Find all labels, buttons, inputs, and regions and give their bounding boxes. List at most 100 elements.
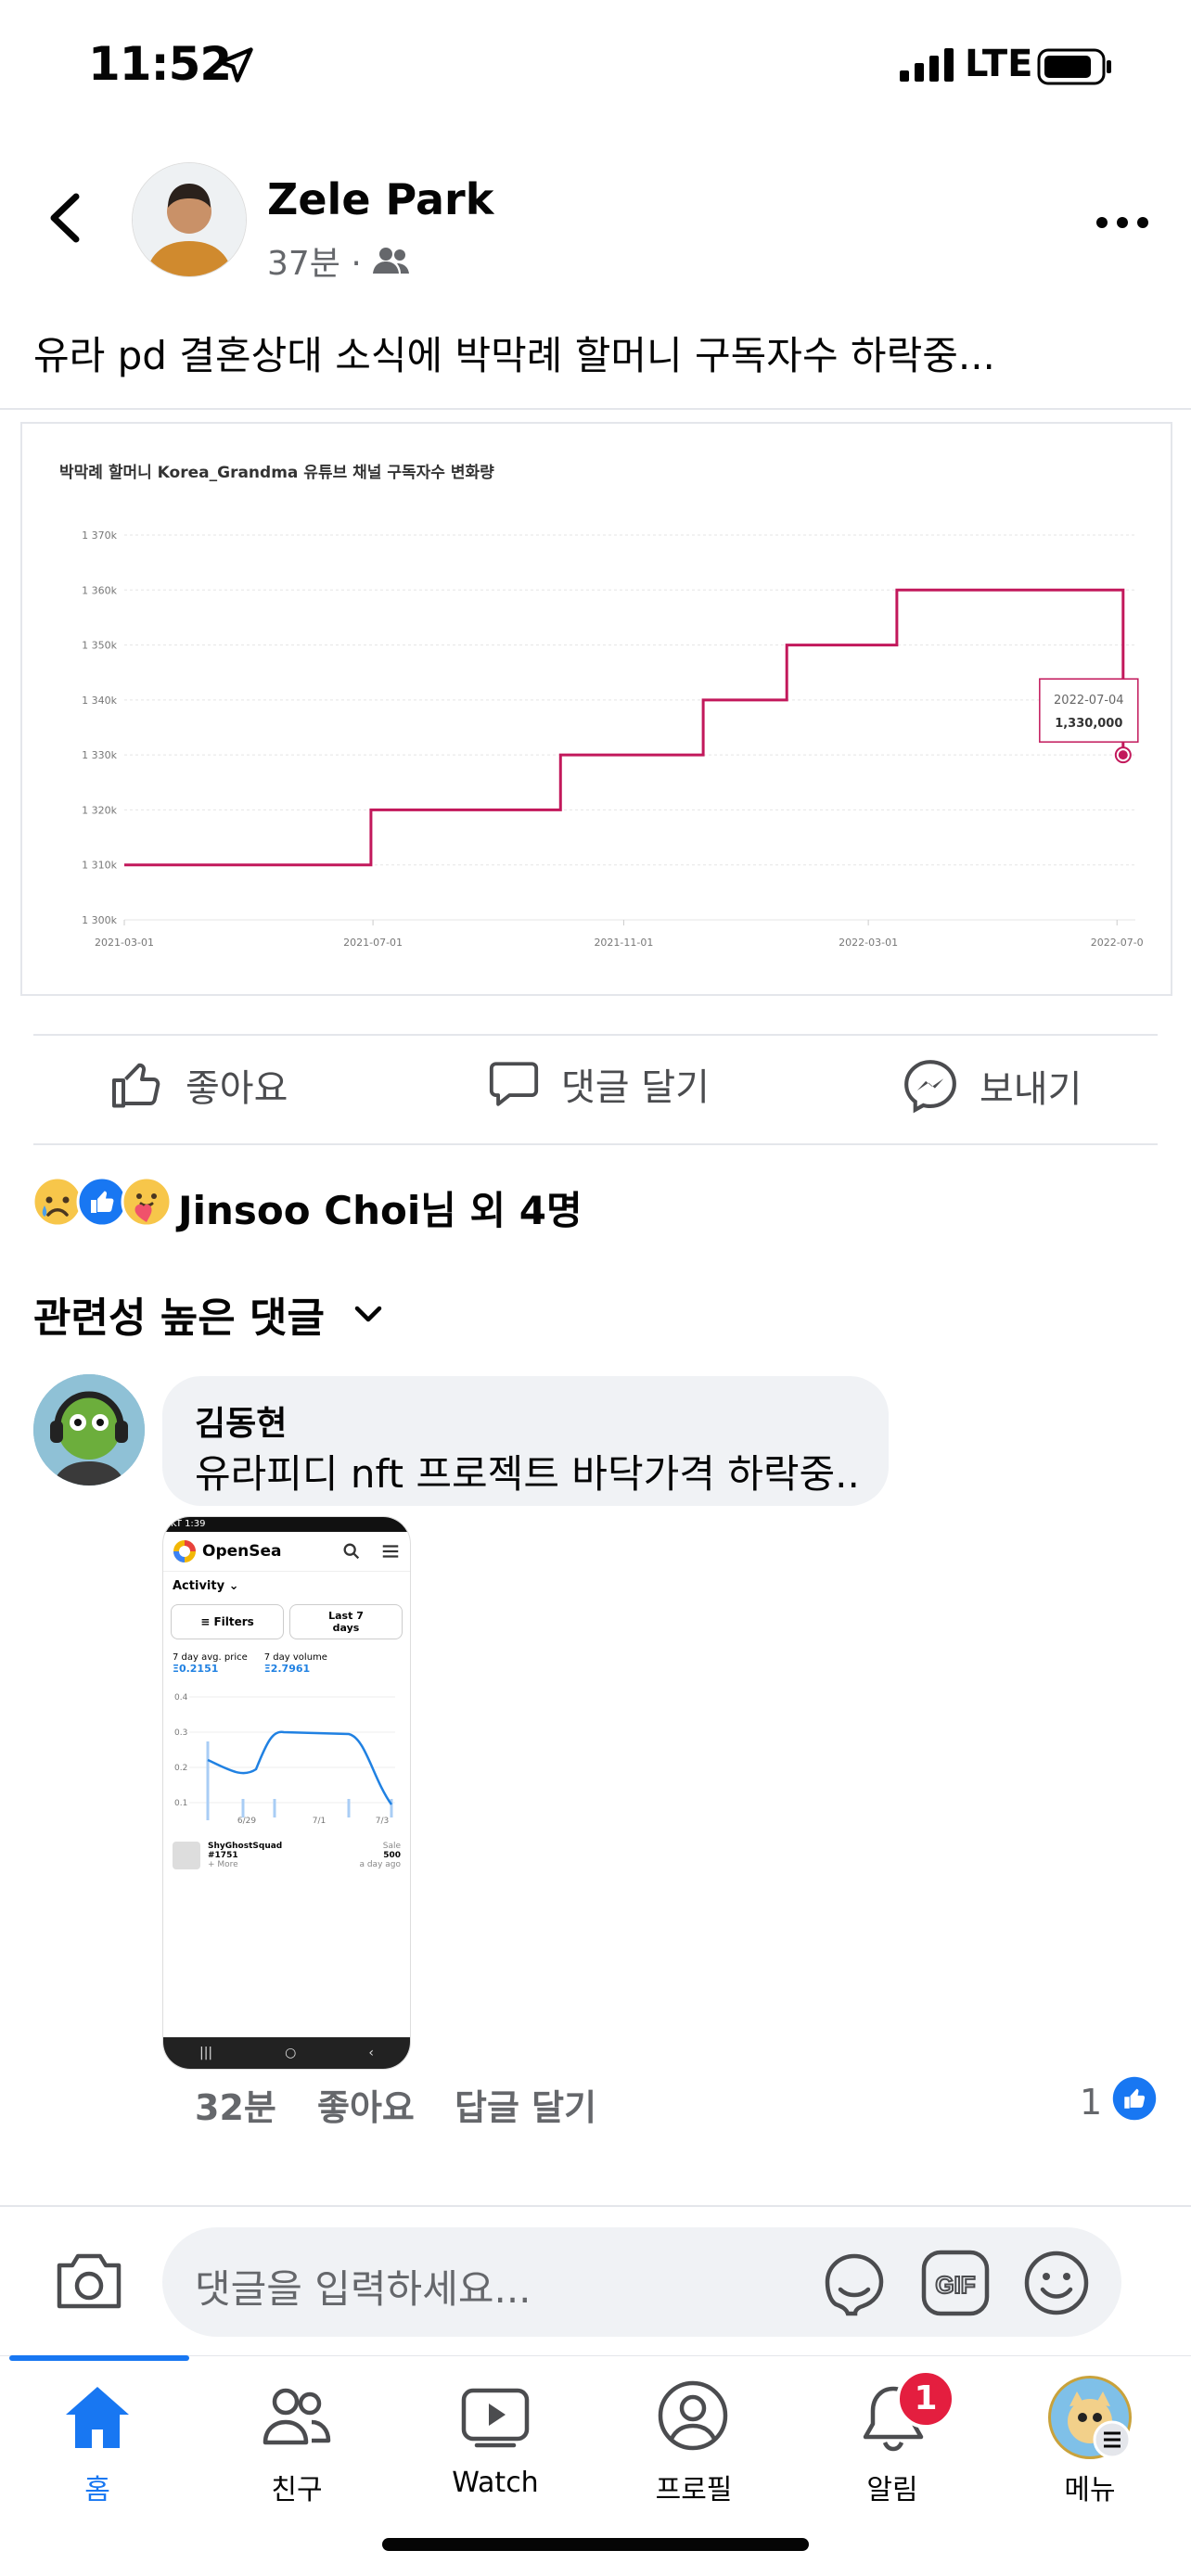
mini-y-tick: 0.4 <box>174 1693 188 1702</box>
tab-home[interactable]: 홈 <box>5 2467 190 2507</box>
mini-y-tick: 0.3 <box>174 1728 187 1738</box>
avatar-sticker-icon[interactable] <box>820 2249 889 2317</box>
menu-hamburger-icon <box>1093 2420 1132 2459</box>
emoji-icon[interactable] <box>1022 2249 1091 2317</box>
subscriber-line-chart: 박막례 할머니 Korea_Grandma 유튜브 채널 구독자수 변화량 1 3… <box>59 464 1144 949</box>
avg-label: 7 day avg. price <box>173 1652 248 1663</box>
more-options-icon[interactable] <box>1095 213 1150 232</box>
svg-text:GIF: GIF <box>935 2271 975 2299</box>
y-tick-label: 1 360k <box>82 584 117 596</box>
comment-attachment-image[interactable]: KT 1:39 OpenSea Activity ⌄ ≡ Filters Las… <box>162 1516 411 2070</box>
send-button[interactable]: 보내기 <box>902 1057 1082 1115</box>
period-button: Last 7 days <box>289 1604 403 1639</box>
post-meta: 37분 · <box>267 236 410 285</box>
home-icon[interactable] <box>62 2383 133 2450</box>
tab-watch[interactable]: Watch <box>403 2467 588 2499</box>
chart-image[interactable]: 박막례 할머니 Korea_Grandma 유튜브 채널 구독자수 변화량 1 3… <box>20 422 1172 996</box>
battery-icon <box>1037 48 1111 85</box>
avg-stat: 7 day avg. price Ξ0.2151 <box>173 1652 248 1675</box>
post-author[interactable]: Zele Park <box>267 174 493 224</box>
tab-menu[interactable]: 메뉴 <box>997 2467 1183 2507</box>
opensea-logo-icon <box>173 1540 196 1562</box>
divider <box>33 1143 1158 1145</box>
post-time: 37분 · <box>267 245 362 283</box>
tab-friends[interactable]: 친구 <box>204 2467 390 2507</box>
network-type: LTE <box>965 43 1033 85</box>
price-mini-chart: 0.4 0.3 0.2 0.1 6/29 7/1 7/3 <box>174 1693 395 1825</box>
x-tick-label: 2022-07-0 <box>1091 937 1144 949</box>
search-icon <box>343 1543 360 1560</box>
nft-thumbnail <box>173 1842 200 1869</box>
activity-text: Activity <box>173 1579 225 1593</box>
thumbs-up-icon <box>112 1063 160 1108</box>
comments-filter[interactable]: 관련성 높은 댓글 <box>33 1284 384 1344</box>
nft-item: ShyGhostSquad #1751 + More <box>208 1842 282 1869</box>
y-tick-label: 1 330k <box>82 749 117 761</box>
mini-price-line <box>207 1730 393 1805</box>
subscriber-series-line <box>124 588 1125 867</box>
divider <box>33 1034 1158 1036</box>
comment-button[interactable]: 댓글 달기 <box>487 1057 710 1111</box>
activity-label: Activity ⌄ <box>163 1571 410 1593</box>
reaction-summary[interactable]: Jinsoo Choi님 외 4명 <box>178 1180 583 1236</box>
back-arrow-icon[interactable] <box>37 185 93 250</box>
comment-reply-button[interactable]: 답글 달기 <box>455 2079 596 2130</box>
mini-volume-bar <box>347 1799 351 1817</box>
filters-button: ≡ Filters <box>171 1604 284 1639</box>
filters-text: Filters <box>213 1615 254 1628</box>
status-time: 11:52 <box>88 37 232 91</box>
mini-x-tick: 7/3 <box>376 1817 389 1825</box>
camera-icon[interactable] <box>54 2249 124 2314</box>
tooltip-value: 1,330,000 <box>1055 717 1122 731</box>
divider <box>0 408 1191 410</box>
sale-label: Sale <box>382 1842 401 1851</box>
notification-badge: 1 <box>896 2369 955 2429</box>
y-tick-label: 1 370k <box>82 529 117 542</box>
x-tick-label: 2021-07-01 <box>343 937 403 949</box>
mini-y-tick: 0.2 <box>174 1764 187 1773</box>
y-tick-label: 1 320k <box>82 804 117 816</box>
like-reaction-icon <box>1112 2076 1157 2121</box>
tooltip-date: 2022-07-04 <box>1054 694 1124 708</box>
x-tick-label: 2021-11-01 <box>594 937 653 949</box>
person-avatar-icon <box>133 163 246 276</box>
post-text: 유라 pd 결혼상대 소식에 박막례 할머니 구독자수 하락중... <box>33 333 995 378</box>
sale-value: 500 <box>383 1851 401 1860</box>
sale-time: a day ago <box>359 1860 401 1869</box>
nft-id: #1751 <box>208 1851 238 1860</box>
profile-icon[interactable] <box>657 2379 729 2452</box>
comment-author[interactable]: 김동현 <box>195 1396 287 1445</box>
author-avatar[interactable] <box>132 162 247 277</box>
comment-like-button[interactable]: 좋아요 <box>317 2079 415 2130</box>
nft-avatar-icon <box>33 1374 145 1486</box>
tab-notifications[interactable]: 알림 <box>800 2467 985 2507</box>
gif-icon[interactable]: GIF <box>920 2249 991 2317</box>
home-indicator <box>382 2538 809 2551</box>
messenger-icon <box>904 1060 956 1114</box>
commenter-avatar[interactable] <box>33 1374 145 1486</box>
mini-y-tick: 0.1 <box>174 1799 187 1808</box>
like-button[interactable]: 좋아요 <box>109 1057 288 1113</box>
friends-icon[interactable] <box>262 2385 332 2448</box>
signal-icon <box>900 48 954 82</box>
watch-video-icon[interactable] <box>460 2387 531 2448</box>
location-arrow-icon <box>218 47 253 83</box>
reaction-icons[interactable] <box>32 1176 173 1228</box>
nft-name: ShyGhostSquad <box>208 1842 283 1851</box>
mini-x-tick: 7/1 <box>313 1817 326 1825</box>
tab-profile[interactable]: 프로필 <box>601 2467 787 2507</box>
send-label: 보내기 <box>980 1068 1082 1111</box>
tooltip-box <box>1039 678 1139 743</box>
hamburger-menu-icon <box>382 1545 399 1558</box>
chevron-down-icon <box>354 1306 382 1322</box>
volume-value: Ξ2.7961 <box>263 1663 311 1675</box>
active-tab-indicator <box>9 2355 189 2361</box>
home-circle-icon: ○ <box>285 2046 297 2060</box>
mini-volume-bar <box>206 1741 210 1820</box>
mini-volume-bar <box>273 1799 276 1817</box>
nft-more: + More <box>208 1860 238 1869</box>
x-tick-label: 2021-03-01 <box>95 937 154 949</box>
opensea-brand: OpenSea <box>202 1542 282 1561</box>
like-label: 좋아요 <box>186 1067 288 1110</box>
sale-info: Sale 500 a day ago <box>359 1842 401 1869</box>
